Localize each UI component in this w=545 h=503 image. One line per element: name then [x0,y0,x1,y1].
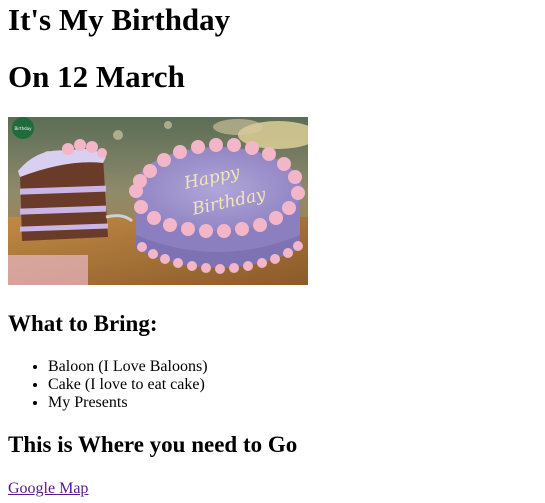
birthday-cake-image: Happy Birthday Birthday [8,117,308,285]
page-title: It's My Birthday [8,2,231,37]
what-to-bring-heading: What to Bring: [8,311,158,336]
bring-list: Baloon (I Love Baloons) Cake (I love to … [8,358,537,412]
where-to-go-heading: This is Where you need to Go [8,432,298,457]
birthday-date-heading: On 12 March [8,59,185,94]
logo-text: Birthday [15,126,33,131]
list-item: Cake (I love to eat cake) [48,376,537,394]
google-map-link[interactable]: Google Map [8,480,88,498]
list-item: My Presents [48,394,537,412]
list-item: Baloon (I Love Baloons) [48,358,537,376]
page-content: It's My Birthday On 12 March Happy Birth… [0,0,545,498]
